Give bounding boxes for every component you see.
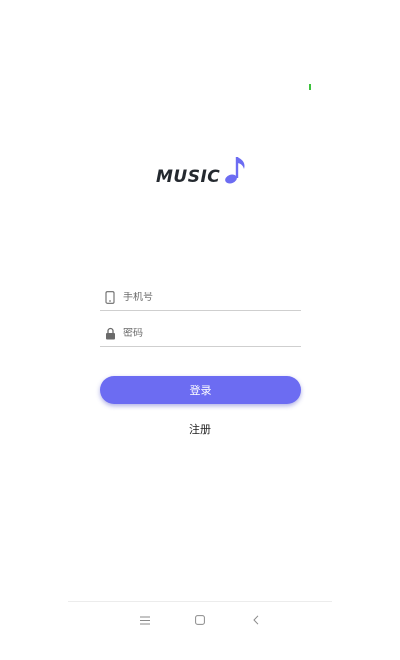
- nav-divider: [68, 601, 332, 602]
- back-icon[interactable]: [247, 611, 265, 629]
- login-button[interactable]: 登录: [100, 376, 301, 404]
- system-nav-bar: [0, 608, 400, 632]
- password-input[interactable]: [123, 327, 293, 339]
- logo-text: MUSIC: [156, 167, 221, 187]
- home-icon[interactable]: [191, 611, 209, 629]
- phone-input[interactable]: [123, 291, 293, 303]
- password-field[interactable]: [100, 320, 301, 347]
- menu-icon[interactable]: [136, 611, 154, 629]
- phone-field[interactable]: [100, 284, 301, 311]
- lock-icon: [103, 326, 117, 340]
- app-logo: MUSIC: [156, 152, 248, 192]
- register-link[interactable]: 注册: [0, 421, 400, 437]
- phone-icon: [103, 290, 117, 304]
- status-indicator: [309, 84, 311, 90]
